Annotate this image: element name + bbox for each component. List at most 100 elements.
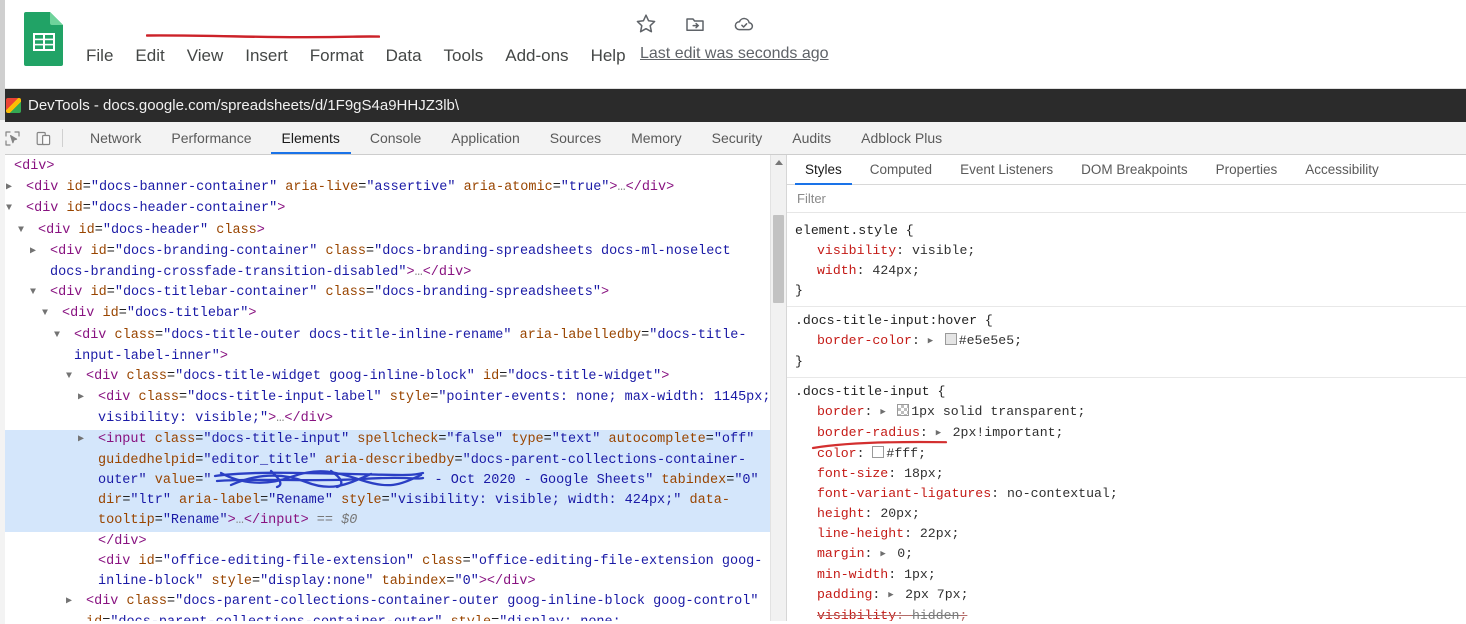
tab-styles[interactable]: Styles — [791, 155, 856, 185]
tab-dom-breakpoints[interactable]: DOM Breakpoints — [1067, 155, 1202, 184]
css-value[interactable]: 18px — [904, 466, 936, 481]
expand-shorthand-icon[interactable]: ▶ — [880, 544, 889, 564]
tab-computed[interactable]: Computed — [856, 155, 946, 184]
menu-item-help[interactable]: Help — [591, 44, 638, 68]
dom-node[interactable]: ▼ <div id="docs-header-container"> — [0, 199, 786, 220]
inspect-element-icon[interactable] — [4, 130, 21, 147]
css-rule[interactable]: element.style {visibility: visible; width… — [787, 217, 1466, 307]
tab-adblock-plus[interactable]: Adblock Plus — [846, 122, 957, 154]
css-declaration[interactable]: height: 20px; — [795, 504, 1466, 524]
css-declaration[interactable]: width: 424px; — [795, 261, 1466, 281]
tab-performance[interactable]: Performance — [156, 122, 266, 154]
css-value[interactable]: #e5e5e5 — [959, 333, 1014, 348]
star-icon[interactable] — [634, 12, 658, 36]
css-selector[interactable]: .docs-title-input { — [795, 382, 1466, 402]
dom-node[interactable]: ▼ <div class="docs-title-outer docs-title… — [0, 326, 786, 367]
dom-tree-scrollbar[interactable] — [770, 155, 786, 621]
tab-accessibility[interactable]: Accessibility — [1291, 155, 1393, 184]
tab-elements[interactable]: Elements — [267, 122, 355, 154]
dom-node[interactable]: ▼ <div id="docs-titlebar"> — [0, 304, 786, 325]
css-value[interactable]: 0 — [897, 546, 905, 561]
css-property[interactable]: border — [817, 404, 864, 419]
css-value[interactable]: 424px — [872, 263, 912, 278]
dom-node[interactable]: ▼ <div id="docs-titlebar-container" class… — [0, 283, 786, 304]
move-to-folder-icon[interactable] — [683, 12, 707, 36]
tab-security[interactable]: Security — [697, 122, 778, 154]
twisty-expanded-icon[interactable]: ▼ — [42, 304, 62, 324]
twisty-expanded-icon[interactable]: ▼ — [18, 221, 38, 241]
css-property[interactable]: border-color — [817, 333, 912, 348]
css-value[interactable]: 1px solid transparent — [911, 404, 1077, 419]
tab-memory[interactable]: Memory — [616, 122, 697, 154]
dom-node[interactable]: ▼ <div class="docs-title-widget goog-inli… — [0, 367, 786, 388]
twisty-collapsed-icon[interactable]: ▶ — [6, 178, 26, 198]
dom-node-selected[interactable]: ▶ <input class="docs-title-input" spellch… — [0, 429, 786, 532]
css-value[interactable]: 2px 7px — [905, 587, 960, 602]
css-declaration[interactable]: visibility: visible; — [795, 241, 1466, 261]
css-declaration[interactable]: font-variant-ligatures: no-contextual; — [795, 484, 1466, 504]
twisty-expanded-icon[interactable]: ▼ — [30, 283, 50, 303]
css-selector[interactable]: element.style { — [795, 221, 1466, 241]
dom-node[interactable]: ▼<div> — [0, 157, 786, 178]
css-declaration[interactable]: color: #fff; — [795, 444, 1466, 464]
menu-item-edit[interactable]: Edit — [135, 44, 176, 68]
css-declaration[interactable]: min-width: 1px; — [795, 565, 1466, 585]
expand-shorthand-icon[interactable]: ▶ — [880, 402, 889, 422]
twisty-expanded-icon[interactable]: ▼ — [54, 326, 74, 346]
css-rule[interactable]: .docs-title-input {border: ▶ 1px solid t… — [787, 378, 1466, 621]
tab-console[interactable]: Console — [355, 122, 436, 154]
twisty-expanded-icon[interactable]: ▼ — [6, 199, 26, 219]
dom-tree-panel[interactable]: ▼<div>▶<div id="docs-banner-container" a… — [0, 155, 787, 621]
css-property[interactable]: height — [817, 506, 864, 521]
menu-item-view[interactable]: View — [187, 44, 236, 68]
dom-node[interactable]: ▶ <div id="docs-banner-container" aria-li… — [0, 178, 786, 199]
expand-shorthand-icon[interactable]: ▶ — [888, 585, 897, 605]
css-value[interactable]: 2px!important — [953, 425, 1056, 440]
last-edit-status[interactable]: Last edit was seconds ago — [640, 45, 829, 63]
css-property[interactable]: margin — [817, 546, 864, 561]
color-swatch[interactable] — [944, 333, 957, 345]
twisty-expanded-icon[interactable]: ▼ — [0, 157, 14, 177]
css-property[interactable]: visibility — [817, 243, 896, 258]
scrollbar-thumb[interactable] — [773, 215, 784, 303]
styles-filter-input[interactable]: Filter — [787, 185, 1466, 213]
dom-node[interactable]: ▶ <div id="docs-branding-container" class… — [0, 242, 786, 283]
css-value[interactable]: #fff — [886, 446, 918, 461]
tab-properties[interactable]: Properties — [1202, 155, 1292, 184]
css-value[interactable]: no-contextual — [1007, 486, 1110, 501]
css-declaration[interactable]: margin: ▶ 0; — [795, 544, 1466, 565]
menu-item-tools[interactable]: Tools — [444, 44, 496, 68]
css-declaration[interactable]: border-color: ▶ #e5e5e5; — [795, 331, 1466, 352]
twisty-collapsed-icon[interactable]: ▶ — [30, 242, 50, 262]
css-property[interactable]: font-size — [817, 466, 888, 481]
css-value[interactable]: hidden — [912, 608, 959, 621]
tab-sources[interactable]: Sources — [535, 122, 616, 154]
css-declaration[interactable]: line-height: 22px; — [795, 524, 1466, 544]
scroll-up-arrow-icon[interactable] — [774, 160, 783, 165]
cloud-saved-icon[interactable] — [732, 12, 756, 36]
css-property[interactable]: width — [817, 263, 857, 278]
css-property[interactable]: min-width — [817, 567, 888, 582]
dom-node[interactable]: ▶ <div class="docs-parent-collections-con… — [0, 592, 786, 621]
css-value[interactable]: visible — [912, 243, 967, 258]
css-rule[interactable]: .docs-title-input:hover {border-color: ▶… — [787, 307, 1466, 378]
css-property[interactable]: visibility — [817, 608, 896, 621]
twisty-collapsed-icon[interactable]: ▶ — [78, 388, 98, 408]
css-declaration[interactable]: border: ▶ 1px solid transparent; — [795, 402, 1466, 423]
css-declaration[interactable]: padding: ▶ 2px 7px; — [795, 585, 1466, 606]
expand-shorthand-icon[interactable]: ▶ — [928, 331, 937, 351]
tab-application[interactable]: Application — [436, 122, 535, 154]
css-property[interactable]: padding — [817, 587, 872, 602]
menu-item-file[interactable]: File — [86, 44, 125, 68]
twisty-collapsed-icon[interactable]: ▶ — [66, 592, 86, 612]
css-property[interactable]: border-radius — [817, 425, 920, 440]
css-declaration[interactable]: border-radius: ▶ 2px!important; — [795, 423, 1466, 444]
css-declaration[interactable]: visibility: hidden; — [795, 606, 1466, 621]
tab-event-listeners[interactable]: Event Listeners — [946, 155, 1067, 184]
css-value[interactable]: 1px — [904, 567, 928, 582]
dom-node[interactable]: <div id="office-editing-file-extension" … — [0, 552, 786, 592]
tab-network[interactable]: Network — [75, 122, 156, 154]
menu-item-format[interactable]: Format — [310, 44, 376, 68]
color-swatch[interactable] — [872, 446, 885, 458]
dom-node[interactable]: ▼ <div id="docs-header" class> — [0, 221, 786, 242]
